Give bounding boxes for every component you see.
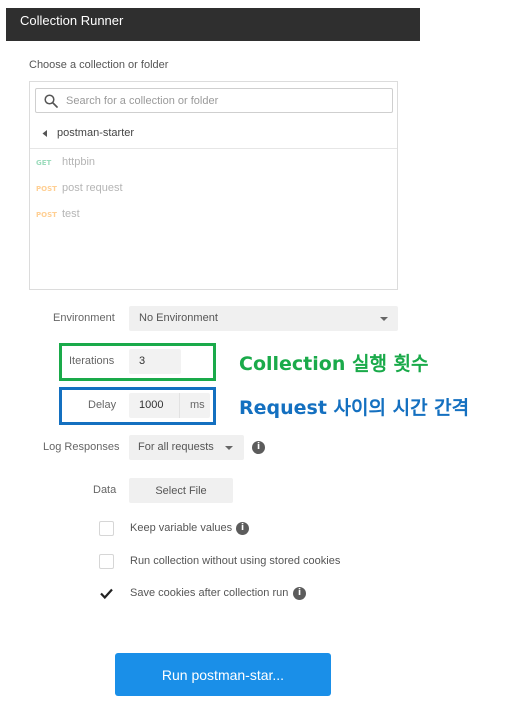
collection-picker-label: Choose a collection or folder bbox=[29, 59, 169, 71]
request-name: httpbin bbox=[62, 156, 96, 168]
method-badge: POST bbox=[36, 185, 57, 193]
save-cookies-label: Save cookies after collection run bbox=[130, 587, 289, 599]
breadcrumb-label: postman-starter bbox=[57, 127, 135, 139]
iterations-value: 3 bbox=[139, 355, 146, 367]
breadcrumb[interactable]: postman-starter bbox=[30, 118, 397, 149]
info-icon[interactable]: i bbox=[236, 522, 249, 535]
run-without-cookies-checkbox[interactable] bbox=[99, 554, 114, 569]
info-icon[interactable]: i bbox=[252, 441, 265, 454]
title-bar: Collection Runner bbox=[6, 8, 420, 41]
request-name: test bbox=[62, 208, 80, 220]
checkmark-icon bbox=[100, 588, 113, 600]
save-cookies-checkbox[interactable] bbox=[99, 586, 114, 601]
log-responses-label: Log Responses bbox=[43, 441, 120, 453]
search-box[interactable] bbox=[35, 88, 393, 113]
request-name: post request bbox=[62, 182, 123, 194]
environment-label: Environment bbox=[53, 312, 115, 324]
iterations-label: Iterations bbox=[69, 355, 115, 367]
select-file-button[interactable]: Select File bbox=[129, 478, 233, 503]
iterations-annotation: Collection 실행 횟수 bbox=[239, 353, 429, 375]
run-without-cookies-label: Run collection without using stored cook… bbox=[130, 555, 341, 567]
delay-value: 1000 bbox=[139, 399, 164, 411]
delay-input[interactable]: 1000 ms bbox=[129, 393, 210, 418]
log-responses-value: For all requests bbox=[138, 441, 214, 453]
log-responses-select[interactable]: For all requests bbox=[129, 435, 244, 460]
back-arrow-icon[interactable] bbox=[41, 129, 49, 138]
search-icon bbox=[44, 94, 58, 108]
delay-annotation: Request 사이의 시간 간격 bbox=[239, 397, 470, 419]
data-label: Data bbox=[93, 484, 117, 496]
delay-unit: ms bbox=[190, 399, 205, 411]
unit-divider bbox=[179, 393, 180, 418]
info-icon[interactable]: i bbox=[293, 587, 306, 600]
method-badge: POST bbox=[36, 211, 57, 219]
method-badge: GET bbox=[36, 159, 52, 167]
chevron-down-icon bbox=[225, 446, 233, 450]
keep-variable-values-label: Keep variable values bbox=[130, 522, 233, 534]
iterations-input[interactable]: 3 bbox=[129, 349, 181, 374]
window-title: Collection Runner bbox=[20, 13, 124, 28]
collection-picker: postman-starter GET httpbin POST post re… bbox=[29, 81, 398, 290]
environment-select[interactable]: No Environment bbox=[129, 306, 398, 331]
environment-value: No Environment bbox=[139, 312, 218, 324]
keep-variable-values-checkbox[interactable] bbox=[99, 521, 114, 536]
search-input[interactable] bbox=[66, 93, 386, 109]
chevron-down-icon bbox=[380, 317, 388, 321]
run-button[interactable]: Run postman-star... bbox=[115, 653, 331, 696]
delay-label: Delay bbox=[88, 399, 117, 411]
